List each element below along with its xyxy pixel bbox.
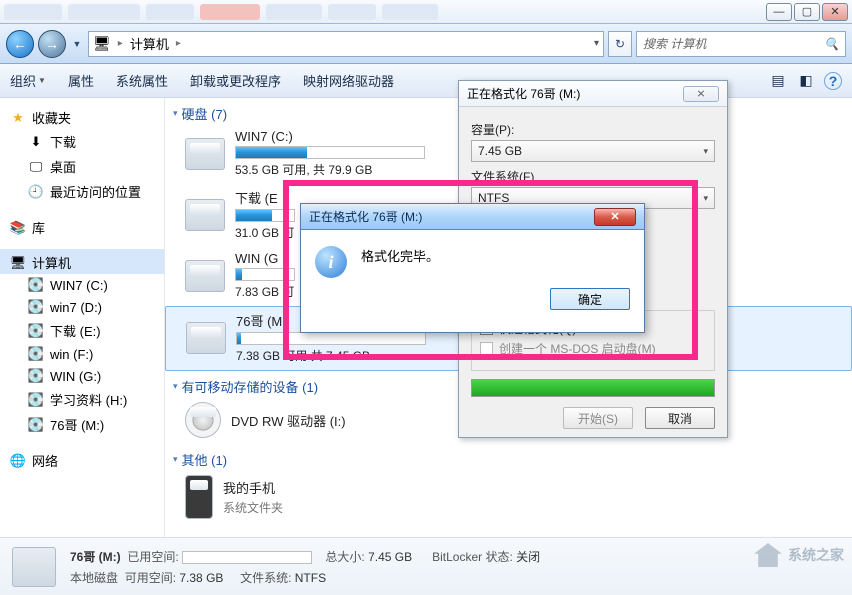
nav-forward-button[interactable]: → <box>38 30 66 58</box>
drive-name: DVD RW 驱动器 (I:) <box>231 411 346 430</box>
sidebar-item-drive-c[interactable]: 💽WIN7 (C:) <box>0 274 164 296</box>
sidebar: ★收藏夹 ⬇下载 🖵桌面 🕘最近访问的位置 📚库 🖥计算机 💽WIN7 (C:)… <box>0 98 165 537</box>
sidebar-item-downloads[interactable]: ⬇下载 <box>0 129 164 154</box>
sidebar-network[interactable]: 🌐网络 <box>0 447 164 472</box>
drive-icon: 💽 <box>28 277 44 293</box>
breadcrumb-sep-icon: ▸ <box>115 38 126 49</box>
toolbar-map-network-drive[interactable]: 映射网络驱动器 <box>303 71 394 90</box>
drive-icon <box>185 138 225 170</box>
usage-bar <box>235 146 425 159</box>
computer-icon: 🖥 <box>10 255 26 271</box>
sidebar-favorites[interactable]: ★收藏夹 <box>0 104 164 129</box>
msgbox-title: 正在格式化 76哥 (M:) <box>309 208 422 225</box>
window-minimize-button[interactable]: — <box>766 3 792 21</box>
details-name: 76哥 (M:) <box>70 550 121 564</box>
drive-icon: 💽 <box>28 323 44 339</box>
browser-tabbar: — ▢ ✕ <box>0 0 852 24</box>
capacity-select[interactable]: 7.45 GB▾ <box>471 140 715 162</box>
drive-icon <box>186 322 226 354</box>
sidebar-computer[interactable]: 🖥计算机 <box>0 249 164 274</box>
window-close-button[interactable]: ✕ <box>822 3 848 21</box>
window-maximize-button[interactable]: ▢ <box>794 3 820 21</box>
download-icon: ⬇ <box>28 134 44 150</box>
msgbox-ok-button[interactable]: 确定 <box>550 288 630 310</box>
search-placeholder: 搜索 计算机 <box>643 35 706 52</box>
toolbar-uninstall[interactable]: 卸载或更改程序 <box>190 71 281 90</box>
sidebar-item-recent[interactable]: 🕘最近访问的位置 <box>0 179 164 204</box>
details-used-bar <box>182 551 312 564</box>
search-input[interactable]: 搜索 计算机 🔍 <box>636 31 846 57</box>
drive-free: 53.5 GB 可用, 共 79.9 GB <box>235 161 425 178</box>
msgbox-titlebar[interactable]: 正在格式化 76哥 (M:) ✕ <box>301 204 644 230</box>
format-dialog-close-button[interactable]: ⨯ <box>683 86 719 102</box>
msgbox-message: 格式化完毕。 <box>361 246 439 278</box>
sidebar-item-desktop[interactable]: 🖵桌面 <box>0 154 164 179</box>
search-icon: 🔍 <box>824 37 839 51</box>
sidebar-item-drive-d[interactable]: 💽win7 (D:) <box>0 296 164 318</box>
chevron-down-icon: ▼ <box>38 76 46 85</box>
breadcrumb-sep-icon: ▸ <box>173 38 184 49</box>
drive-icon: 💽 <box>28 299 44 315</box>
chevron-down-icon: ▾ <box>703 146 708 157</box>
drive-icon <box>185 199 225 231</box>
message-box: 正在格式化 76哥 (M:) ✕ i 格式化完毕。 确定 <box>300 203 645 333</box>
sidebar-libraries[interactable]: 📚库 <box>0 214 164 239</box>
preview-pane-button[interactable]: ◧ <box>796 71 816 91</box>
breadcrumb-location[interactable]: 计算机 <box>130 34 169 53</box>
star-icon: ★ <box>10 110 26 126</box>
watermark: 系统之家 <box>754 543 844 567</box>
phone-name: 我的手机 <box>223 478 283 497</box>
sidebar-item-drive-g[interactable]: 💽WIN (G:) <box>0 365 164 387</box>
format-dialog-title: 正在格式化 76哥 (M:) <box>467 85 580 102</box>
help-button[interactable]: ? <box>824 72 842 90</box>
phone-sub: 系统文件夹 <box>223 499 283 516</box>
address-bar[interactable]: 🖥 ▸ 计算机 ▸ ▾ <box>88 31 604 57</box>
sidebar-item-drive-m[interactable]: 💽76哥 (M:) <box>0 412 164 437</box>
chevron-down-icon: ▾ <box>703 193 708 204</box>
section-other[interactable]: ▾其他 (1) <box>165 444 852 471</box>
view-mode-button[interactable]: ▤ <box>768 71 788 91</box>
msgbox-close-button[interactable]: ✕ <box>594 208 636 226</box>
recent-icon: 🕘 <box>28 184 44 200</box>
capacity-label: 容量(P): <box>471 121 715 138</box>
info-icon: i <box>315 246 347 278</box>
format-dialog-titlebar[interactable]: 正在格式化 76哥 (M:) ⨯ <box>459 81 727 107</box>
drive-icon <box>12 547 56 587</box>
phone-icon <box>185 475 213 519</box>
format-progress <box>471 379 715 397</box>
drive-phone[interactable]: 我的手机 系统文件夹 <box>165 471 852 525</box>
drive-name: WIN7 (C:) <box>235 129 425 144</box>
drive-icon: 💽 <box>28 392 44 408</box>
format-start-button: 开始(S) <box>563 407 633 429</box>
expand-icon: ▾ <box>173 454 178 465</box>
sidebar-item-drive-h[interactable]: 💽学习资料 (H:) <box>0 387 164 412</box>
nav-row: ← → ▼ 🖥 ▸ 计算机 ▸ ▾ ↻ 搜索 计算机 🔍 <box>0 24 852 64</box>
house-icon <box>754 543 782 567</box>
drive-icon: 💽 <box>28 417 44 433</box>
nav-history-dropdown[interactable]: ▼ <box>70 39 84 49</box>
library-icon: 📚 <box>10 220 26 236</box>
nav-back-button[interactable]: ← <box>6 30 34 58</box>
dvd-icon <box>185 402 221 438</box>
details-pane: 76哥 (M:) 已用空间: 总大小: 7.45 GB BitLocker 状态… <box>0 537 852 595</box>
drive-icon: 💽 <box>28 346 44 362</box>
sidebar-item-drive-e[interactable]: 💽下载 (E:) <box>0 318 164 343</box>
expand-icon: ▾ <box>173 381 178 392</box>
desktop-icon: 🖵 <box>28 159 44 175</box>
refresh-button[interactable]: ↻ <box>608 31 632 57</box>
expand-icon: ▾ <box>173 108 178 119</box>
toolbar-system-properties[interactable]: 系统属性 <box>116 71 168 90</box>
addr-dropdown-icon[interactable]: ▾ <box>594 38 599 49</box>
toolbar-properties[interactable]: 属性 <box>68 71 94 90</box>
network-icon: 🌐 <box>10 453 26 469</box>
drive-icon <box>185 260 225 292</box>
toolbar-organize[interactable]: 组织▼ <box>10 71 46 90</box>
drive-icon: 💽 <box>28 368 44 384</box>
computer-icon: 🖥 <box>93 35 111 52</box>
sidebar-item-drive-f[interactable]: 💽win (F:) <box>0 343 164 365</box>
format-cancel-button[interactable]: 取消 <box>645 407 715 429</box>
